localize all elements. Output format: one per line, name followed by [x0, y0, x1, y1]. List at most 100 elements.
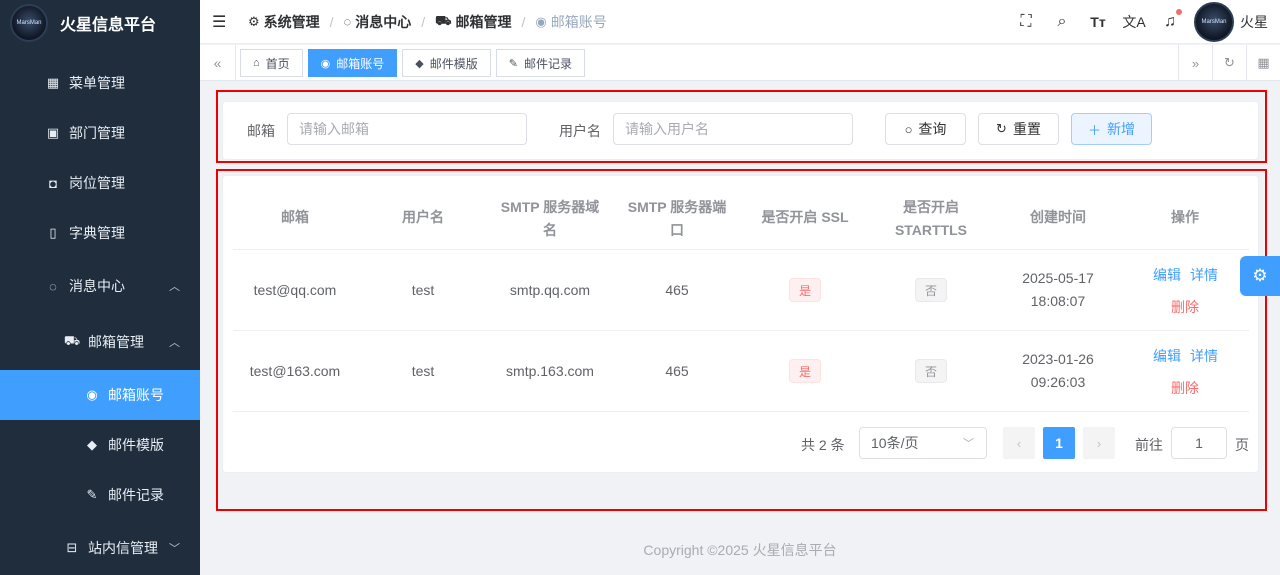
avatar[interactable]: MarsMan: [1194, 2, 1234, 42]
sidebar-item-label: 站内信管理: [88, 540, 158, 556]
breadcrumb: ⚙ 系统管理 / ◌ 消息中心 / ⛟ 邮箱管理 / ◉ 邮箱账号: [248, 12, 607, 32]
gear-icon: ⚙: [248, 13, 260, 29]
add-button[interactable]: ＋ 新增: [1071, 113, 1152, 145]
username[interactable]: 火星: [1240, 12, 1268, 32]
edit-icon: ✎: [508, 57, 518, 70]
sidebar-item-mail-template[interactable]: ◆ 邮件模版: [0, 420, 200, 470]
delete-link[interactable]: 删除: [1171, 297, 1199, 317]
next-page-button[interactable]: ›: [1083, 427, 1115, 459]
sidebar-item-mail-management[interactable]: ⛟ 邮箱管理 ︿: [0, 317, 200, 367]
sidebar-item-label: 消息中心: [69, 278, 125, 294]
sidebar-item-menu-management[interactable]: ▦ 菜单管理: [0, 58, 200, 108]
home-icon: ⌂: [253, 57, 260, 69]
edit-link[interactable]: 编辑: [1153, 346, 1181, 366]
double-chevron-right-icon[interactable]: »: [1178, 45, 1212, 81]
page-size-select[interactable]: 10条/页 ﹀: [859, 427, 987, 459]
sidebar-item-label: 部门管理: [69, 125, 125, 141]
cell-email: test@163.com: [249, 363, 341, 379]
breadcrumb-system[interactable]: ⚙ 系统管理: [248, 12, 320, 32]
sidebar-item-mail-log[interactable]: ✎ 邮件记录: [0, 470, 200, 520]
settings-icon[interactable]: ⚙: [1240, 256, 1280, 296]
sidebar-item-label: 岗位管理: [69, 175, 125, 191]
tag-mail-template[interactable]: ◆ 邮件模版: [402, 49, 491, 77]
sidebar-item-dict-management[interactable]: ▯ 字典管理: [0, 208, 200, 258]
account-icon: ◉: [320, 57, 331, 70]
add-button-label: 新增: [1107, 121, 1135, 137]
breadcrumb-label: 邮箱账号: [550, 13, 607, 30]
footer-copyright: Copyright ©2025 火星信息平台: [643, 542, 837, 558]
chat-icon: ◌: [49, 278, 57, 294]
main-content: 邮箱 请输入邮箱 用户名 请输入用户名 ○ 查询 ↻ 重置 ＋ 新增 邮箱 用户名 S…: [200, 82, 1280, 575]
sidebar-item-label: 菜单管理: [69, 75, 125, 91]
detail-link[interactable]: 详情: [1190, 265, 1218, 285]
cell-date: 2023-01-26: [1022, 351, 1094, 367]
search-card: 邮箱 请输入邮箱 用户名 请输入用户名 ○ 查询 ↻ 重置 ＋ 新增: [222, 101, 1259, 160]
sidebar-item-label: 邮箱账号: [108, 387, 164, 403]
refresh-icon: ↻: [996, 121, 1007, 136]
tag-label: 邮箱账号: [336, 56, 385, 71]
search-icon[interactable]: ⌕: [1044, 13, 1080, 31]
cell-time: 18:08:07: [1030, 293, 1086, 309]
refresh-icon[interactable]: ↻: [1212, 45, 1246, 81]
tag-mail-log[interactable]: ✎ 邮件记录: [495, 49, 586, 77]
query-button-label: 查询: [918, 121, 947, 137]
user-badge-icon: ◘: [49, 175, 57, 191]
sidebar-item-mail-account[interactable]: ◉ 邮箱账号: [0, 370, 200, 420]
header-divider: [233, 249, 1249, 250]
tag-mail-account[interactable]: ◉ 邮箱账号: [307, 49, 398, 77]
cell-username: test: [411, 282, 435, 298]
query-button[interactable]: ○ 查询: [885, 113, 966, 145]
username-input[interactable]: 请输入用户名: [613, 113, 853, 145]
email-input[interactable]: 请输入邮箱: [287, 113, 527, 145]
breadcrumb-mail[interactable]: ⛟ 邮箱管理: [435, 12, 511, 32]
tag-home[interactable]: ⌂ 首页: [240, 49, 303, 77]
email-label: 邮箱: [247, 123, 275, 139]
page-suffix: 页: [1235, 437, 1249, 453]
th-smtp-host: SMTP 服务器域名: [500, 199, 600, 238]
goto-page-input[interactable]: 1: [1171, 427, 1227, 459]
fullscreen-icon[interactable]: ⛶: [1008, 13, 1044, 31]
row-divider: [233, 330, 1249, 331]
search-icon: ○: [904, 121, 913, 137]
mail-truck-icon: ⛟: [435, 12, 452, 28]
starttls-tag: 否: [915, 278, 947, 302]
edit-link[interactable]: 编辑: [1153, 265, 1181, 285]
sidebar-item-dept-management[interactable]: ▣ 部门管理: [0, 108, 200, 158]
sidebar-item-notify-management[interactable]: ⊟ 站内信管理 ﹀: [0, 523, 200, 573]
cell-username: test: [411, 363, 435, 379]
book-icon: ▯: [49, 225, 57, 240]
sidebar-item-label: 邮箱管理: [88, 334, 144, 350]
tags-list: ⌂ 首页 ◉ 邮箱账号 ◆ 邮件模版 ✎ 邮件记录: [240, 49, 590, 77]
font-size-icon[interactable]: Tт: [1080, 14, 1116, 30]
double-chevron-left-icon[interactable]: «: [200, 45, 236, 81]
sidebar-item-label: 邮件记录: [108, 487, 164, 503]
account-icon: ◉: [86, 387, 98, 402]
bell-icon[interactable]: ♫: [1152, 9, 1188, 31]
tag-label: 邮件记录: [524, 56, 573, 71]
breadcrumb-message[interactable]: ◌ 消息中心: [344, 12, 412, 32]
tag-label: 首页: [265, 56, 290, 71]
app-title: 火星信息平台: [60, 16, 157, 34]
navbar: ☰ ⚙ 系统管理 / ◌ 消息中心 / ⛟ 邮箱管理 / ◉ 邮箱账号 ⛶ ⌕ Tт 文…: [200, 0, 1280, 44]
sidebar-item-message-center[interactable]: ◌ 消息中心 ︿: [0, 261, 200, 311]
row-divider: [233, 411, 1249, 412]
chat-icon: ◌: [343, 14, 352, 29]
cell-host: smtp.163.com: [506, 363, 594, 379]
detail-link[interactable]: 详情: [1190, 346, 1218, 366]
reset-button[interactable]: ↻ 重置: [978, 113, 1059, 145]
chevron-down-icon: ﹀: [963, 438, 974, 450]
translate-icon[interactable]: 文A: [1116, 12, 1152, 32]
logo-image: MarsMan: [10, 3, 48, 42]
prev-page-button[interactable]: ‹: [1003, 427, 1035, 459]
grid-icon[interactable]: ▦: [1246, 45, 1280, 81]
hamburger-icon[interactable]: ☰: [212, 12, 228, 32]
logo[interactable]: MarsMan 火星信息平台: [0, 0, 200, 45]
page-1-button[interactable]: 1: [1043, 427, 1075, 459]
th-email: 邮箱: [281, 209, 309, 225]
plus-icon: ＋: [1087, 122, 1101, 138]
table-card: 邮箱 用户名 SMTP 服务器域名 SMTP 服务器端口 是否开启 SSL 是否…: [222, 175, 1259, 473]
th-actions: 操作: [1171, 209, 1199, 225]
delete-link[interactable]: 删除: [1171, 378, 1199, 398]
sidebar-item-post-management[interactable]: ◘ 岗位管理: [0, 158, 200, 208]
breadcrumb-separator: /: [329, 13, 334, 30]
